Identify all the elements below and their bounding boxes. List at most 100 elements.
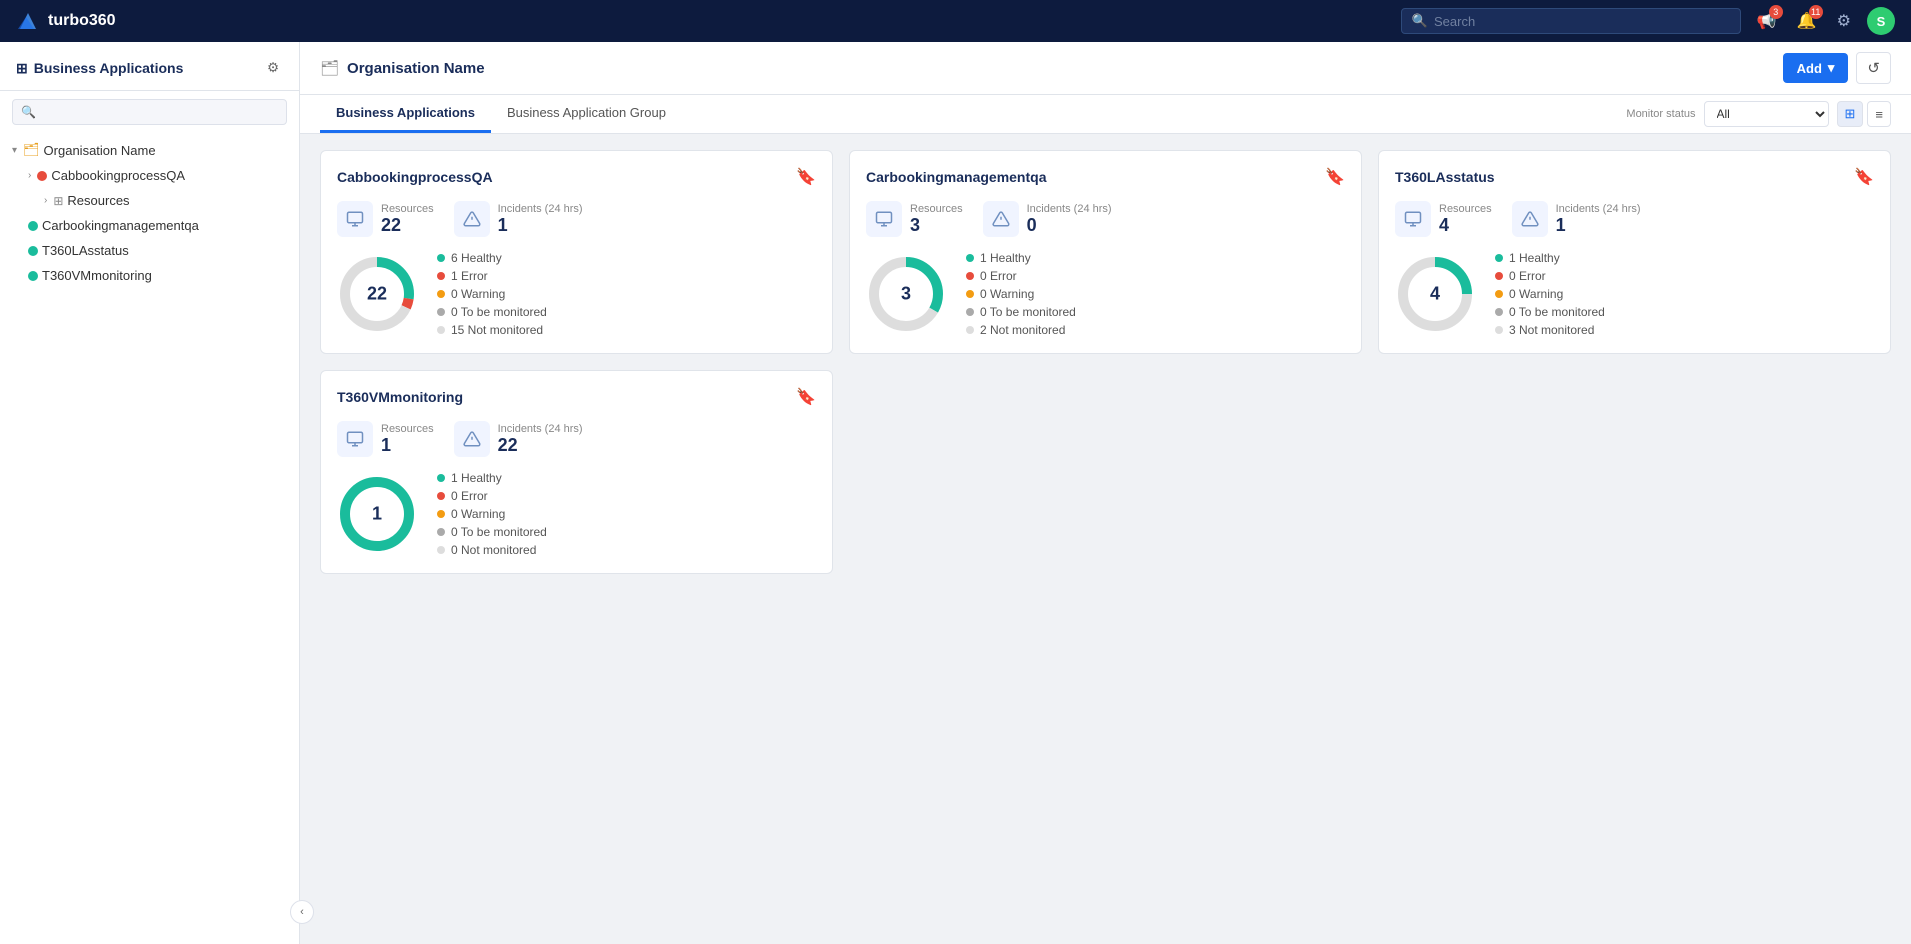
sidebar-tree: ▾ 🗂 Organisation Name › Cabbookingproces… — [0, 133, 299, 944]
list-view-button[interactable]: ≡ — [1867, 101, 1891, 127]
status-dot-teal-2 — [28, 246, 38, 256]
incidents-stat: Incidents (24 hrs) 0 — [983, 201, 1112, 237]
resources-count: 1 — [381, 435, 434, 456]
add-button[interactable]: Add ▾ — [1783, 53, 1849, 83]
sidebar-t360la-label: T360LAsstatus — [42, 243, 287, 258]
sidebar-t360vm-label: T360VMmonitoring — [42, 268, 287, 283]
chevron-right-icon-2: › — [44, 195, 47, 206]
donut-chart: 4 — [1395, 254, 1475, 334]
monitor-status-select[interactable]: All Monitored Not monitored To be monito… — [1704, 101, 1829, 127]
logo-icon — [16, 9, 40, 33]
app-card-t360la: T360LAsstatus 🔖 Resources 4 — [1378, 150, 1891, 354]
alerts-button[interactable]: 🔔 11 — [1793, 7, 1821, 35]
legend-label: 6 Healthy — [451, 251, 502, 265]
chevron-down-icon: ▾ — [12, 145, 17, 156]
donut-center-value: 22 — [367, 284, 387, 305]
bookmark-button[interactable]: 🔖 — [1854, 167, 1874, 187]
card-legend: 1 Healthy 0 Error 0 Warning 0 To be moni… — [966, 251, 1345, 337]
logo-text: turbo360 — [48, 12, 116, 30]
grid-view-button[interactable]: ⊞ — [1837, 101, 1864, 127]
legend-label: 1 Healthy — [1509, 251, 1560, 265]
incidents-info: Incidents (24 hrs) 1 — [1556, 203, 1641, 236]
sidebar-collapse-button[interactable]: ‹ — [290, 900, 314, 924]
legend-item: 0 Not monitored — [437, 543, 816, 557]
bookmark-button[interactable]: 🔖 — [796, 387, 816, 407]
notifications-button[interactable]: 📢 3 — [1753, 7, 1781, 35]
sidebar-item-cabbooking[interactable]: › CabbookingprocessQA — [0, 163, 299, 188]
incidents-info: Incidents (24 hrs) 22 — [498, 423, 583, 456]
view-toggle: ⊞ ≡ — [1837, 101, 1892, 127]
legend-dot — [966, 272, 974, 280]
sidebar-item-resources[interactable]: › ⊞ Resources — [0, 188, 299, 213]
bookmark-button[interactable]: 🔖 — [796, 167, 816, 187]
donut-center-value: 1 — [372, 504, 382, 525]
legend-item: 0 Error — [1495, 269, 1874, 283]
legend-item: 0 Error — [437, 489, 816, 503]
incidents-count: 1 — [498, 215, 583, 236]
legend-item: 0 To be monitored — [1495, 305, 1874, 319]
donut-chart: 3 — [866, 254, 946, 334]
incidents-label: Incidents (24 hrs) — [1556, 203, 1641, 215]
refresh-button[interactable]: ↺ — [1856, 52, 1891, 84]
legend-dot — [437, 546, 445, 554]
tab-business-application-group[interactable]: Business Application Group — [491, 95, 682, 133]
legend-dot — [437, 528, 445, 536]
incidents-icon — [1512, 201, 1548, 237]
resources-label: Resources — [910, 203, 963, 215]
app-card-carbooking: Carbookingmanagementqa 🔖 Resources 3 — [849, 150, 1362, 354]
sidebar-search[interactable]: 🔍 — [12, 99, 287, 125]
legend-item: 0 Error — [966, 269, 1345, 283]
legend-item: 15 Not monitored — [437, 323, 816, 337]
legend-item: 0 Warning — [437, 287, 816, 301]
card-body: 4 1 Healthy 0 Error 0 Warning 0 To be mo… — [1395, 251, 1874, 337]
legend-label: 0 To be monitored — [1509, 305, 1605, 319]
sidebar: ⊞ Business Applications ⚙ 🔍 ▾ 🗂 Organisa… — [0, 42, 300, 944]
sidebar-item-t360vm[interactable]: T360VMmonitoring — [0, 263, 299, 288]
resources-label: Resources — [1439, 203, 1492, 215]
resources-count: 4 — [1439, 215, 1492, 236]
resources-stat: Resources 4 — [1395, 201, 1492, 237]
search-input[interactable] — [1434, 14, 1730, 29]
incidents-stat: Incidents (24 hrs) 1 — [1512, 201, 1641, 237]
legend-dot — [1495, 272, 1503, 280]
resources-label: Resources — [381, 423, 434, 435]
resources-info: Resources 1 — [381, 423, 434, 456]
search-icon: 🔍 — [1412, 13, 1428, 29]
card-legend: 1 Healthy 0 Error 0 Warning 0 To be moni… — [1495, 251, 1874, 337]
user-avatar[interactable]: S — [1867, 7, 1895, 35]
app-card-t360vm: T360VMmonitoring 🔖 Resources 1 — [320, 370, 833, 574]
incidents-label: Incidents (24 hrs) — [498, 203, 583, 215]
incidents-count: 1 — [1556, 215, 1641, 236]
search-bar[interactable]: 🔍 — [1401, 8, 1741, 34]
legend-item: 0 Warning — [1495, 287, 1874, 301]
settings-button[interactable]: ⚙ — [1833, 7, 1855, 35]
sidebar-item-carbooking[interactable]: Carbookingmanagementqa — [0, 213, 299, 238]
legend-label: 0 Warning — [980, 287, 1034, 301]
monitor-status-label: Monitor status — [1626, 108, 1695, 120]
card-title: Carbookingmanagementqa — [866, 169, 1046, 185]
legend-label: 0 Error — [451, 489, 488, 503]
card-legend: 1 Healthy 0 Error 0 Warning 0 To be moni… — [437, 471, 816, 557]
legend-label: 2 Not monitored — [980, 323, 1065, 337]
legend-dot — [437, 308, 445, 316]
resources-label: Resources — [381, 203, 434, 215]
legend-dot — [437, 492, 445, 500]
legend-label: 3 Not monitored — [1509, 323, 1594, 337]
legend-dot — [437, 290, 445, 298]
sidebar-search-input[interactable] — [42, 105, 278, 119]
bookmark-button[interactable]: 🔖 — [1325, 167, 1345, 187]
sidebar-item-t360la[interactable]: T360LAsstatus — [0, 238, 299, 263]
legend-item: 0 To be monitored — [437, 305, 816, 319]
donut-chart: 22 — [337, 254, 417, 334]
legend-dot — [966, 254, 974, 262]
chevron-down-icon: ▾ — [1828, 60, 1835, 76]
incidents-stat: Incidents (24 hrs) 1 — [454, 201, 583, 237]
legend-item: 6 Healthy — [437, 251, 816, 265]
refresh-icon: ↺ — [1867, 60, 1880, 77]
card-body: 22 6 Healthy 1 Error 0 Warning 0 To be m… — [337, 251, 816, 337]
sidebar-settings-button[interactable]: ⚙ — [263, 56, 283, 80]
resources-icon — [337, 421, 373, 457]
sidebar-item-org[interactable]: ▾ 🗂 Organisation Name — [0, 137, 299, 163]
tab-business-applications[interactable]: Business Applications — [320, 95, 491, 133]
chevron-right-icon: › — [28, 170, 31, 181]
